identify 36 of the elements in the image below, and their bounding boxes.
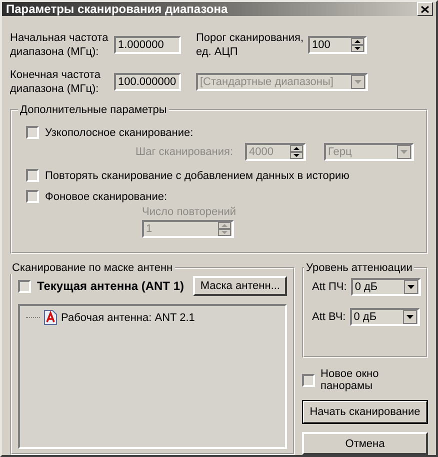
checkbox[interactable] — [26, 190, 39, 203]
spin-field[interactable]: 100 — [308, 36, 367, 54]
close-button[interactable] — [417, 2, 433, 16]
field-label: Att ВЧ: — [312, 311, 346, 323]
field-label: Шаг сканирования: — [136, 146, 233, 158]
document-icon — [44, 310, 57, 325]
cancel-button[interactable]: Отмена — [302, 432, 428, 455]
checkbox[interactable] — [18, 280, 31, 292]
checkbox[interactable] — [26, 126, 39, 139]
checkbox-label[interactable]: Новое окно панорамы — [320, 368, 428, 392]
field-label: Число повторений — [142, 206, 237, 218]
field-label: Порог сканирования, ед. АЦП — [196, 31, 305, 59]
input-field[interactable]: 1.000000 — [114, 36, 181, 54]
checkbox[interactable] — [302, 374, 315, 386]
tree-line — [26, 317, 40, 318]
close-icon[interactable] — [421, 6, 429, 12]
field-label: Начальная частота диапазона (МГц): — [10, 31, 110, 59]
checkbox-label[interactable]: Фоновое сканирование: — [45, 190, 168, 202]
group-title: Дополнительные параметры — [19, 104, 168, 116]
tree-view[interactable]: Рабочая антенна: ANT 2.1 — [18, 304, 287, 449]
window-title: Параметры сканирования диапазона — [6, 2, 228, 16]
dropdown[interactable]: 0 дБ — [350, 278, 421, 296]
tree-item[interactable]: Рабочая антенна: ANT 2.1 — [61, 312, 195, 324]
checkbox[interactable] — [26, 169, 39, 182]
group-title: Уровень аттенюации — [305, 262, 414, 274]
field-label: Конечная частота диапазона (МГц): — [10, 68, 102, 96]
start-button[interactable]: Начать сканирование — [302, 400, 428, 424]
checkbox-label[interactable]: Повторять сканирование с добавлением данных в историю — [45, 170, 350, 182]
input-field[interactable]: 100.000000 — [114, 73, 181, 91]
spin-arrows-icon[interactable] — [351, 38, 364, 52]
field-label: Att ПЧ: — [312, 281, 347, 293]
dropdown[interactable]: 0 дБ — [350, 308, 420, 326]
group-title: Сканирование по маске антенн — [11, 262, 174, 274]
checkbox-label[interactable]: Узкополосное сканирование: — [45, 126, 194, 138]
mask-button[interactable]: Маска антенн... — [193, 276, 287, 296]
checkbox-label[interactable]: Текущая антенна (ANT 1) — [37, 279, 184, 293]
